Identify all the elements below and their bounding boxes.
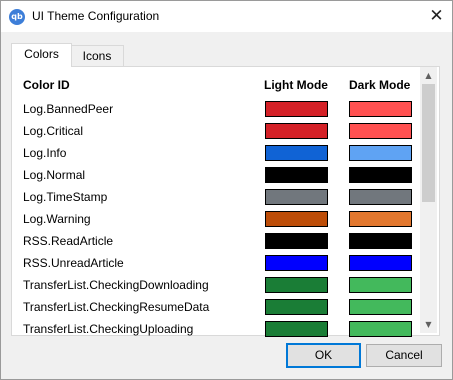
table-row: TransferList.CheckingUploading — [0, 318, 420, 340]
table-row: Log.TimeStamp — [0, 186, 420, 208]
dark-mode-color-swatch[interactable] — [349, 255, 412, 271]
dark-mode-color-swatch[interactable] — [349, 277, 412, 293]
table-row: Log.Critical — [0, 120, 420, 142]
scroll-up-arrow-icon[interactable]: ▲ — [420, 67, 437, 84]
color-id-label: Log.Normal — [23, 168, 86, 182]
table-row: Log.Info — [0, 142, 420, 164]
light-mode-color-swatch[interactable] — [265, 233, 328, 249]
tab-colors[interactable]: Colors — [11, 43, 72, 67]
table-row: TransferList.CheckingDownloading — [0, 274, 420, 296]
light-mode-color-swatch[interactable] — [265, 145, 328, 161]
table-row: Log.BannedPeer — [0, 98, 420, 120]
color-id-label: TransferList.CheckingResumeData — [23, 300, 210, 314]
light-mode-color-swatch[interactable] — [265, 123, 328, 139]
table-row: RSS.UnreadArticle — [0, 252, 420, 274]
column-header-dark-mode: Dark Mode — [349, 78, 411, 92]
title-bar[interactable]: qb UI Theme Configuration ✕ — [1, 1, 452, 32]
scroll-thumb[interactable] — [422, 84, 435, 202]
color-id-label: RSS.UnreadArticle — [23, 256, 124, 270]
column-header-color-id: Color ID — [23, 78, 70, 92]
table-row: RSS.ReadArticle — [0, 230, 420, 252]
dark-mode-color-swatch[interactable] — [349, 101, 412, 117]
color-id-label: TransferList.CheckingUploading — [23, 322, 194, 336]
close-icon[interactable]: ✕ — [421, 1, 452, 32]
light-mode-color-swatch[interactable] — [265, 167, 328, 183]
cancel-button[interactable]: Cancel — [366, 344, 442, 367]
light-mode-color-swatch[interactable] — [265, 321, 328, 337]
table-row: TransferList.CheckingResumeData — [0, 296, 420, 318]
dark-mode-color-swatch[interactable] — [349, 167, 412, 183]
dark-mode-color-swatch[interactable] — [349, 299, 412, 315]
qbittorrent-logo-icon: qb — [9, 9, 25, 25]
window-title: UI Theme Configuration — [32, 9, 160, 23]
color-id-label: Log.BannedPeer — [23, 102, 114, 116]
dark-mode-color-swatch[interactable] — [349, 123, 412, 139]
light-mode-color-swatch[interactable] — [265, 211, 328, 227]
table-row: Log.Warning — [0, 208, 420, 230]
light-mode-color-swatch[interactable] — [265, 189, 328, 205]
dark-mode-color-swatch[interactable] — [349, 189, 412, 205]
dark-mode-color-swatch[interactable] — [349, 145, 412, 161]
light-mode-color-swatch[interactable] — [265, 255, 328, 271]
table-row: Log.Normal — [0, 164, 420, 186]
light-mode-color-swatch[interactable] — [265, 277, 328, 293]
color-id-label: Log.Warning — [23, 212, 91, 226]
vertical-scrollbar[interactable]: ▲ ▼ — [420, 67, 437, 333]
light-mode-color-swatch[interactable] — [265, 299, 328, 315]
column-header-light-mode: Light Mode — [264, 78, 328, 92]
color-id-label: TransferList.CheckingDownloading — [23, 278, 209, 292]
light-mode-color-swatch[interactable] — [265, 101, 328, 117]
dark-mode-color-swatch[interactable] — [349, 321, 412, 337]
color-id-label: Log.TimeStamp — [23, 190, 108, 204]
color-id-label: Log.Info — [23, 146, 67, 160]
tab-icons[interactable]: Icons — [70, 45, 124, 67]
scroll-down-arrow-icon[interactable]: ▼ — [420, 316, 437, 333]
color-id-label: Log.Critical — [23, 124, 84, 138]
dark-mode-color-swatch[interactable] — [349, 211, 412, 227]
ok-button[interactable]: OK — [286, 343, 361, 368]
color-id-label: RSS.ReadArticle — [23, 234, 114, 248]
dark-mode-color-swatch[interactable] — [349, 233, 412, 249]
